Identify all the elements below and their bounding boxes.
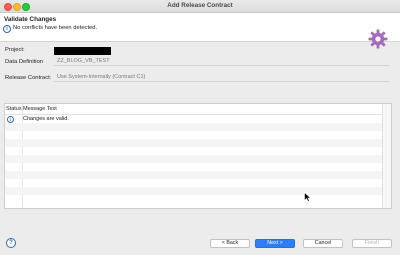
data-definition-label: Data Definition <box>5 59 44 65</box>
column-header-message-text[interactable]: Message Text <box>23 106 57 112</box>
release-contract-value: Use System-Internally (Contract C1) <box>57 74 146 80</box>
back-button[interactable]: < Back <box>210 239 250 248</box>
data-definition-field: ZZ_BLOG_VB_TEST <box>54 57 389 66</box>
info-icon: i <box>3 25 11 33</box>
table-row-empty <box>5 179 383 187</box>
window-title: Add Release Contract <box>167 2 233 9</box>
button-bar: ? < Back Next > Cancel Finish <box>0 232 400 255</box>
message-text: Changes are valid. <box>23 116 69 122</box>
table-row-empty <box>5 163 383 171</box>
project-label: Project: <box>5 47 25 53</box>
info-icon: i <box>7 116 14 123</box>
table-row-empty <box>5 123 383 131</box>
banner-message: No conflicts have been detected. <box>13 25 98 31</box>
vertical-scrollbar[interactable] <box>382 104 391 208</box>
table-row-empty <box>5 147 383 155</box>
wizard-banner: Validate Changes i No conflicts have bee… <box>0 13 400 49</box>
next-button[interactable]: Next > <box>255 239 295 248</box>
project-field-redacted[interactable] <box>54 47 111 55</box>
data-definition-value: ZZ_BLOG_VB_TEST <box>57 58 110 64</box>
table-row[interactable]: i Changes are valid. <box>5 115 383 123</box>
finish-button: Finish <box>352 239 392 248</box>
cancel-button[interactable]: Cancel <box>303 239 343 248</box>
messages-table: Status Message Text i Changes are valid. <box>4 103 392 209</box>
gear-icon <box>368 29 388 49</box>
mouse-cursor-icon <box>304 192 312 202</box>
table-header: Status Message Text <box>5 104 391 115</box>
release-contract-label: Release Contract: <box>5 75 52 81</box>
table-row-empty <box>5 155 383 163</box>
title-bar: Add Release Contract <box>0 0 400 13</box>
table-row-empty <box>5 187 383 195</box>
release-contract-field: Use System-Internally (Contract C1) <box>54 73 389 82</box>
table-row-empty <box>5 139 383 147</box>
help-icon[interactable]: ? <box>6 238 16 248</box>
table-row-empty <box>5 195 383 203</box>
column-header-status[interactable]: Status <box>6 106 22 112</box>
table-row-empty <box>5 171 383 179</box>
table-row-empty <box>5 131 383 139</box>
page-title: Validate Changes <box>4 16 57 23</box>
